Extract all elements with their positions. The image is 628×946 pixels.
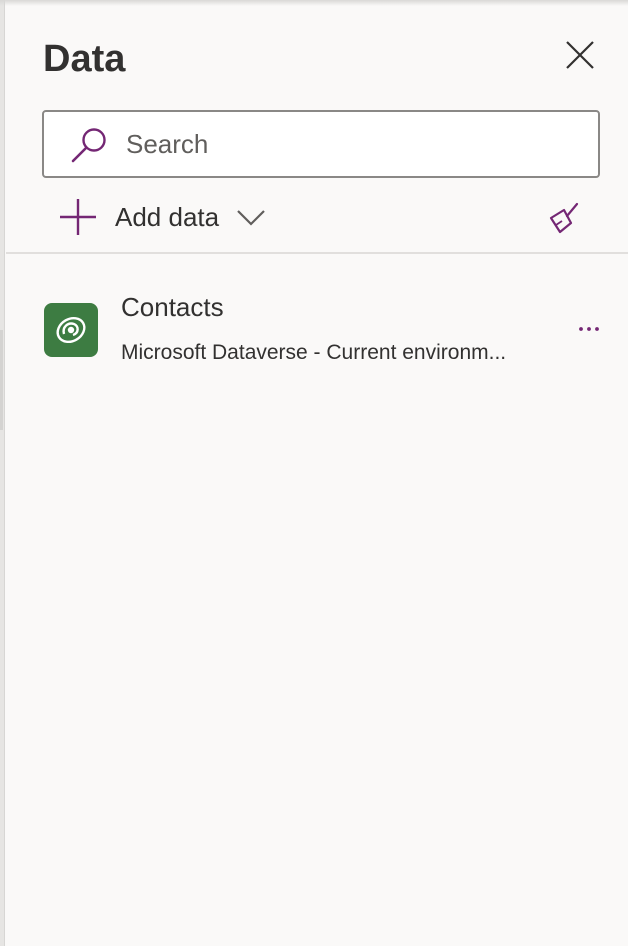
panel-title: Data xyxy=(43,38,126,80)
add-data-button[interactable]: Add data xyxy=(58,196,266,238)
search-box[interactable] xyxy=(42,110,600,178)
clear-button[interactable] xyxy=(544,198,584,236)
data-source-name: Contacts xyxy=(121,292,224,322)
data-toolbar: Add data xyxy=(58,196,598,238)
close-icon xyxy=(566,41,594,69)
panel-header: Data xyxy=(43,36,603,86)
more-options-icon xyxy=(579,327,599,331)
data-panel: Data Add data xyxy=(0,0,628,946)
close-button[interactable] xyxy=(563,38,597,72)
search-input[interactable] xyxy=(126,124,576,164)
data-source-subtitle: Microsoft Dataverse - Current environm..… xyxy=(121,341,507,364)
top-shadow xyxy=(0,0,628,6)
add-data-label: Add data xyxy=(115,201,220,232)
dataverse-icon xyxy=(44,303,98,357)
left-edge-border xyxy=(0,0,5,946)
data-source-item[interactable]: Contacts Microsoft Dataverse - Current e… xyxy=(6,280,628,380)
more-options-button[interactable] xyxy=(576,316,602,342)
panel-splitter-handle[interactable] xyxy=(0,330,3,430)
chevron-down-icon xyxy=(237,210,265,226)
plus-icon xyxy=(60,199,96,235)
search-icon xyxy=(71,128,106,163)
broom-icon xyxy=(549,202,579,234)
header-divider xyxy=(6,252,628,254)
